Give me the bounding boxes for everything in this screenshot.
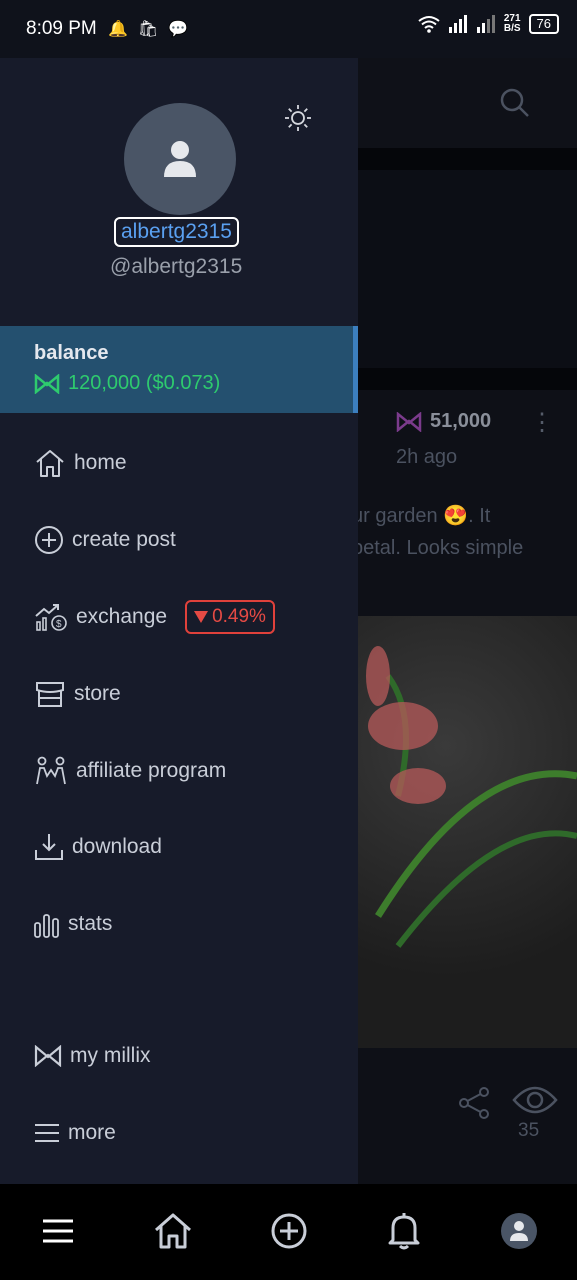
svg-text:$: $	[56, 619, 62, 630]
post-time: 2h ago	[396, 446, 458, 468]
more-vertical-icon[interactable]: ⋮	[530, 408, 554, 437]
feed-topbar	[358, 58, 577, 148]
status-right: 271 B/S 76	[418, 14, 559, 34]
post-image[interactable]	[358, 616, 577, 1048]
nav-create-button[interactable]	[264, 1206, 314, 1256]
signal-icon-2	[476, 15, 495, 33]
home-icon	[155, 1213, 191, 1249]
flower-image	[366, 646, 577, 948]
feed-divider	[358, 148, 577, 170]
millix-icon	[396, 411, 422, 432]
share-icon[interactable]	[458, 1086, 492, 1120]
menu-item-download[interactable]: download	[34, 827, 162, 867]
download-icon	[35, 834, 63, 860]
view-count: 35	[518, 1120, 540, 1141]
millix-icon	[34, 373, 60, 394]
profile-avatar[interactable]	[124, 103, 236, 215]
bottom-navigation	[0, 1184, 577, 1280]
status-time: 8:09 PM	[26, 18, 97, 39]
menu-item-create-post[interactable]: create post	[34, 520, 176, 560]
user-avatar-icon	[501, 1213, 537, 1249]
store-icon	[36, 682, 64, 707]
home-icon	[36, 450, 64, 477]
feed-card	[358, 170, 577, 368]
side-drawer: albertg2315 @albertg2315 balance 120,000…	[0, 58, 358, 1184]
nav-home-button[interactable]	[148, 1206, 198, 1256]
balance-value: 120,000 ($0.073)	[34, 372, 220, 395]
username-link[interactable]: albertg2315	[114, 217, 239, 247]
balance-label: balance	[34, 342, 109, 364]
feed-divider-2	[358, 368, 577, 390]
triangle-down-icon	[194, 611, 209, 623]
eye-icon	[512, 1086, 558, 1114]
menu-item-home[interactable]: home	[34, 443, 127, 483]
bell-icon	[388, 1213, 420, 1250]
nav-profile-button[interactable]	[494, 1206, 544, 1256]
theme-toggle-sun-icon[interactable]	[284, 104, 312, 132]
status-bar: 8:09 PM 🔔 🛍 💬 271 B/S 76	[0, 0, 577, 58]
nav-menu-button[interactable]	[33, 1206, 83, 1256]
bell-icon: 🔔	[108, 21, 128, 38]
balance-panel[interactable]: balance 120,000 ($0.073)	[0, 326, 358, 413]
feed-background: 51,000 2h ago ⋮ ur garden 😍. It petal. L…	[358, 58, 577, 1184]
battery-indicator: 76	[528, 14, 559, 34]
people-icon	[36, 756, 66, 785]
user-icon	[164, 141, 196, 177]
stats-icon	[34, 914, 59, 938]
millix-icon	[34, 1045, 62, 1067]
shopping-bag-icon: 🛍	[137, 21, 159, 38]
exchange-change-badge: 0.49%	[185, 600, 275, 634]
search-icon[interactable]	[500, 88, 530, 118]
post-text: ur garden 😍. It petal. Looks simple	[358, 505, 524, 559]
signal-icon	[448, 15, 467, 33]
exchange-icon: $	[35, 604, 67, 631]
menu-item-my-millix[interactable]: my millix	[34, 1036, 150, 1076]
net-speed: 271 B/S	[503, 13, 521, 34]
wifi-icon	[418, 16, 440, 33]
post-coin-amount: 51,000	[396, 410, 491, 433]
user-handle: @albertg2315	[110, 255, 243, 278]
post-actions	[358, 1068, 577, 1168]
plus-circle-icon	[35, 526, 63, 554]
nav-notifications-button[interactable]	[379, 1206, 429, 1256]
menu-item-exchange[interactable]: $ exchange 0.49%	[34, 597, 275, 637]
chat-icon: 💬	[168, 21, 189, 38]
hamburger-icon	[35, 1124, 59, 1142]
menu-item-affiliate-program[interactable]: affiliate program	[34, 751, 226, 791]
menu-item-more[interactable]: more	[34, 1113, 116, 1153]
plus-circle-icon	[271, 1213, 307, 1249]
hamburger-icon	[43, 1219, 73, 1243]
menu-item-stats[interactable]: stats	[34, 904, 112, 944]
menu-item-store[interactable]: store	[34, 674, 121, 714]
notification-icons: 🔔 🛍 💬	[108, 19, 188, 39]
